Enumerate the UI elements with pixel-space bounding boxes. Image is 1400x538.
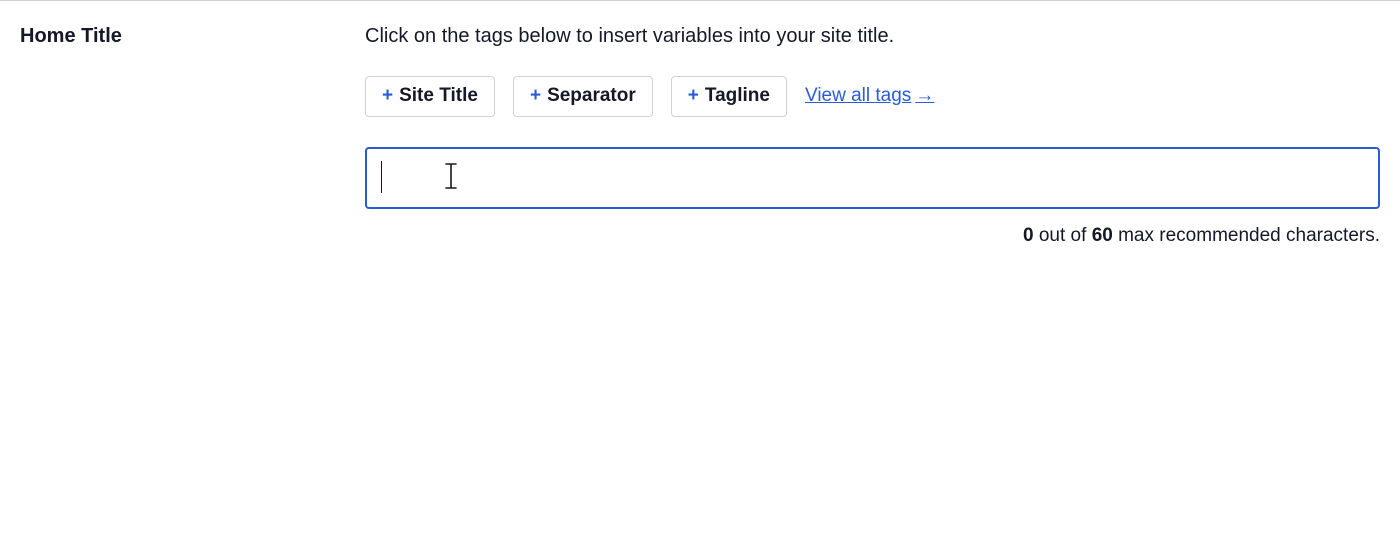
counter-count: 0 [1023, 225, 1034, 246]
helper-text: Click on the tags below to insert variab… [365, 25, 1380, 48]
home-title-row: Home Title Click on the tags below to in… [0, 1, 1400, 247]
section-label: Home Title [20, 25, 365, 48]
label-column: Home Title [0, 25, 365, 48]
tag-separator-button[interactable]: + Separator [513, 76, 653, 117]
tag-label: Tagline [705, 85, 770, 108]
counter-max: 60 [1092, 225, 1113, 246]
plus-icon: + [382, 85, 393, 108]
character-counter: 0 out of 60 max recommended characters. [365, 225, 1380, 247]
plus-icon: + [688, 85, 699, 108]
tag-button-row: + Site Title + Separator + Tagline View … [365, 76, 1380, 117]
counter-text-2: max recommended characters. [1113, 225, 1380, 246]
tag-label: Separator [547, 85, 636, 108]
plus-icon: + [530, 85, 541, 108]
view-all-label: View all tags [805, 85, 911, 107]
title-input-wrap [365, 147, 1380, 209]
text-caret [381, 161, 382, 193]
counter-text-1: out of [1034, 225, 1092, 246]
tag-site-title-button[interactable]: + Site Title [365, 76, 495, 117]
tag-label: Site Title [399, 85, 478, 108]
arrow-right-icon: → [915, 85, 934, 107]
view-all-tags-link[interactable]: View all tags → [805, 85, 934, 107]
tag-tagline-button[interactable]: + Tagline [671, 76, 787, 117]
home-title-input[interactable] [365, 147, 1380, 209]
content-column: Click on the tags below to insert variab… [365, 25, 1400, 247]
